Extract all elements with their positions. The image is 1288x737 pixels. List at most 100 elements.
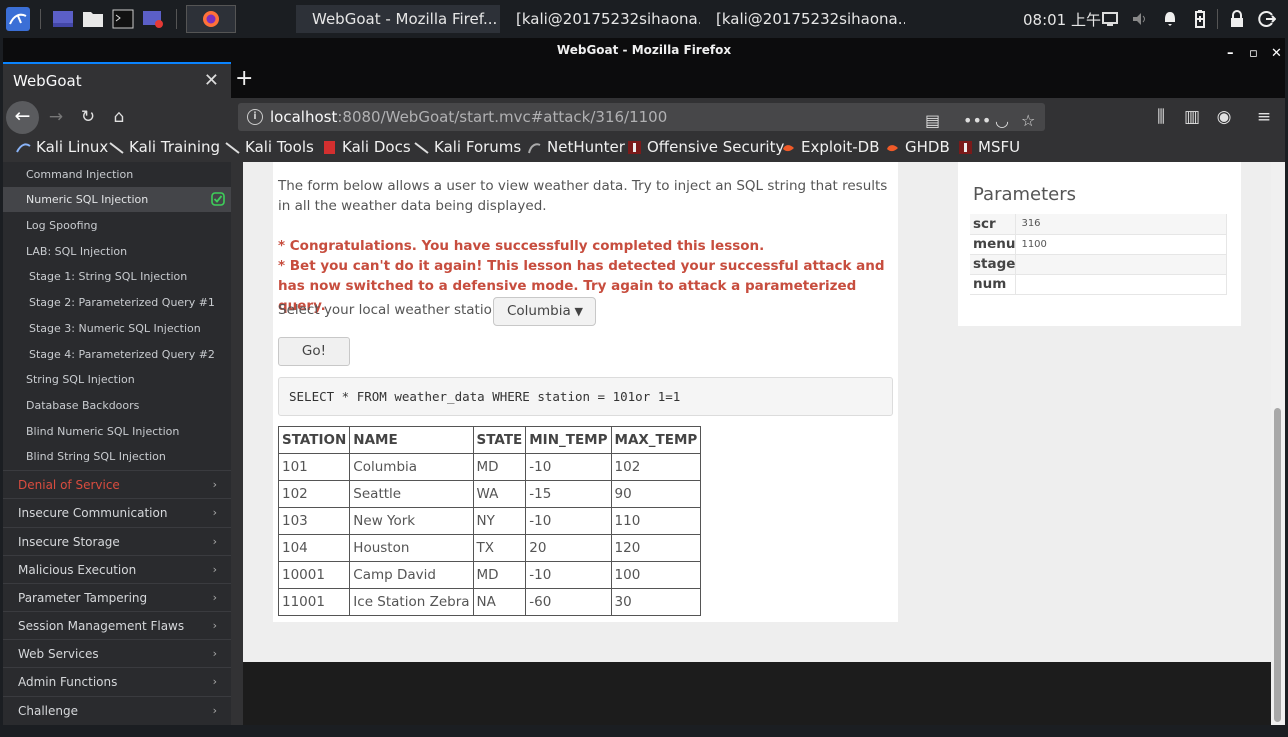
menu-category-challenge[interactable]: Challenge ›	[3, 696, 231, 724]
menu-item-label: LAB: SQL Injection	[26, 245, 128, 258]
menu-item-command-injection[interactable]: Command Injection	[3, 162, 231, 187]
bookmark-exploit-db[interactable]: Exploit-DB	[781, 138, 880, 156]
menu-item-stage-1[interactable]: Stage 1: String SQL Injection	[3, 264, 231, 289]
reader-view-icon[interactable]: ▤	[925, 107, 940, 135]
forward-button[interactable]: →	[44, 105, 68, 129]
close-tab-icon[interactable]: ✕	[204, 70, 219, 91]
pocket-icon[interactable]: ◡	[995, 107, 1009, 135]
nethunter-icon	[528, 142, 541, 153]
column-header: STATION	[277, 426, 351, 454]
table-cell: MD	[472, 561, 527, 589]
parameter-row: scr 316	[970, 214, 1227, 235]
chevron-right-icon: ›	[212, 563, 217, 576]
screen: WebGoat - Mozilla Firef... [kali@2017523…	[0, 0, 1288, 737]
table-row: 104 Houston TX 20 120	[277, 534, 702, 562]
bookmark-star-icon[interactable]: ☆	[1021, 107, 1035, 135]
menu-item-log-spoofing[interactable]: Log Spoofing	[3, 213, 231, 238]
taskbar-task-label: [kali@20175232sihaona...	[716, 10, 905, 28]
url-path: :8080/WebGoat/start.mvc#attack/316/1100	[337, 108, 668, 126]
file-manager-icon[interactable]	[82, 8, 104, 30]
menu-category-label: Session Management Flaws	[18, 619, 185, 633]
parameter-key: num	[970, 274, 1017, 295]
logout-icon[interactable]	[1258, 10, 1276, 28]
volume-icon[interactable]	[1131, 10, 1149, 28]
chevron-right-icon: ›	[212, 506, 217, 519]
display-icon[interactable]	[1101, 10, 1119, 28]
bookmark-msfu[interactable]: MSFU	[958, 138, 1020, 156]
hamburger-menu-icon[interactable]: ≡	[1252, 105, 1276, 129]
url-bar[interactable]: i localhost:8080/WebGoat/start.mvc#attac…	[238, 103, 1045, 131]
kali-menu-icon[interactable]	[6, 7, 30, 31]
battery-icon[interactable]	[1191, 10, 1209, 28]
show-desktop-icon[interactable]	[52, 8, 74, 30]
menu-item-stage-3[interactable]: Stage 3: Numeric SQL Injection	[3, 316, 231, 341]
menu-category-parameter-tampering[interactable]: Parameter Tampering ›	[3, 583, 231, 611]
bookmark-ghdb[interactable]: GHDB	[885, 138, 950, 156]
menu-item-blind-string-sql-injection[interactable]: Blind String SQL Injection	[3, 444, 231, 469]
reload-button[interactable]: ↻	[76, 105, 100, 129]
window-titlebar: WebGoat - Mozilla Firefox – ▫ ✕	[3, 38, 1285, 62]
station-select[interactable]: Columbia ▼	[493, 297, 596, 326]
go-button[interactable]: Go!	[278, 337, 350, 366]
menu-item-label: Blind String SQL Injection	[26, 450, 166, 463]
taskbar-task-terminal-2[interactable]: [kali@20175232sihaona...	[700, 5, 905, 33]
tab-webgoat[interactable]: WebGoat ✕	[3, 62, 231, 98]
scrollbar-thumb[interactable]	[1274, 408, 1281, 722]
menu-item-numeric-sql-injection[interactable]: Numeric SQL Injection	[3, 187, 231, 212]
bookmark-nethunter[interactable]: NetHunter	[527, 138, 625, 156]
table-cell: 20	[525, 534, 612, 562]
account-icon[interactable]: ◉	[1212, 105, 1236, 129]
offsec-icon	[628, 140, 641, 154]
menu-item-string-sql-injection[interactable]: String SQL Injection	[3, 367, 231, 392]
menu-category-denial-of-service[interactable]: Denial of Service ›	[3, 470, 231, 498]
table-cell: 10001	[277, 561, 351, 589]
menu-category-web-services[interactable]: Web Services ›	[3, 639, 231, 667]
table-cell: NY	[472, 507, 527, 535]
menu-item-database-backdoors[interactable]: Database Backdoors	[3, 393, 231, 418]
back-button[interactable]: ←	[6, 101, 39, 134]
page-viewport: Command Injection Numeric SQL Injection …	[3, 162, 1271, 725]
taskbar-task-firefox[interactable]: WebGoat - Mozilla Firef...	[296, 5, 500, 33]
taskbar-task-terminal-1[interactable]: [kali@20175232sihaona...	[500, 5, 700, 33]
home-button[interactable]: ⌂	[107, 105, 131, 129]
page-actions-icon[interactable]: •••	[963, 107, 991, 135]
firefox-launcher[interactable]	[186, 5, 236, 33]
menu-item-stage-2[interactable]: Stage 2: Parameterized Query #1	[3, 290, 231, 315]
kali-dragon-icon	[16, 142, 31, 152]
screen-recorder-icon[interactable]	[142, 8, 164, 30]
library-icon[interactable]: ⫼	[1149, 105, 1173, 129]
menu-category-malicious-execution[interactable]: Malicious Execution ›	[3, 555, 231, 583]
menu-item-blind-numeric-sql-injection[interactable]: Blind Numeric SQL Injection	[3, 419, 231, 444]
chevron-right-icon: ›	[212, 535, 217, 548]
column-header: MIN_TEMP	[525, 426, 612, 454]
bookmark-kali-training[interactable]: Kali Training	[109, 138, 220, 156]
lock-screen-icon[interactable]	[1228, 10, 1246, 28]
nav-toolbar: ← → ↻ ⌂ i localhost:8080/WebGoat/start.m…	[3, 98, 1285, 136]
sidebar-toggle-icon[interactable]: ▥	[1180, 105, 1204, 129]
table-row: 103 New York NY -10 110	[277, 507, 702, 535]
menu-category-insecure-storage[interactable]: Insecure Storage ›	[3, 527, 231, 555]
bookmark-kali-linux[interactable]: Kali Linux	[16, 138, 108, 156]
page-scrollbar[interactable]	[1271, 162, 1285, 725]
new-tab-button[interactable]: +	[235, 66, 253, 91]
bookmark-kali-docs[interactable]: Kali Docs	[322, 138, 411, 156]
parameter-key: stage	[970, 254, 1017, 275]
bookmark-kali-tools[interactable]: Kali Tools	[225, 138, 314, 156]
column-header: NAME	[349, 426, 474, 454]
table-cell: -15	[525, 480, 612, 508]
bookmark-offensive-security[interactable]: Offensive Security	[627, 138, 784, 156]
bookmark-kali-forums[interactable]: Kali Forums	[414, 138, 521, 156]
menu-item-label: Stage 1: String SQL Injection	[29, 270, 188, 283]
terminal-launcher-icon[interactable]	[112, 8, 134, 30]
notifications-icon[interactable]	[1161, 10, 1179, 28]
menu-category-admin-functions[interactable]: Admin Functions ›	[3, 667, 231, 695]
menu-item-stage-4[interactable]: Stage 4: Parameterized Query #2	[3, 342, 231, 367]
success-line-1: * Congratulations. You have successfully…	[278, 238, 765, 254]
clock[interactable]: 08:01 上午	[1023, 9, 1101, 30]
menu-category-insecure-communication[interactable]: Insecure Communication ›	[3, 498, 231, 526]
menu-category-label: Web Services	[18, 647, 99, 661]
site-info-icon[interactable]: i	[247, 109, 263, 125]
menu-item-lab-sql-injection[interactable]: LAB: SQL Injection	[3, 239, 231, 264]
menu-category-session-management-flaws[interactable]: Session Management Flaws ›	[3, 611, 231, 639]
menu-category-label: Denial of Service	[18, 478, 120, 492]
